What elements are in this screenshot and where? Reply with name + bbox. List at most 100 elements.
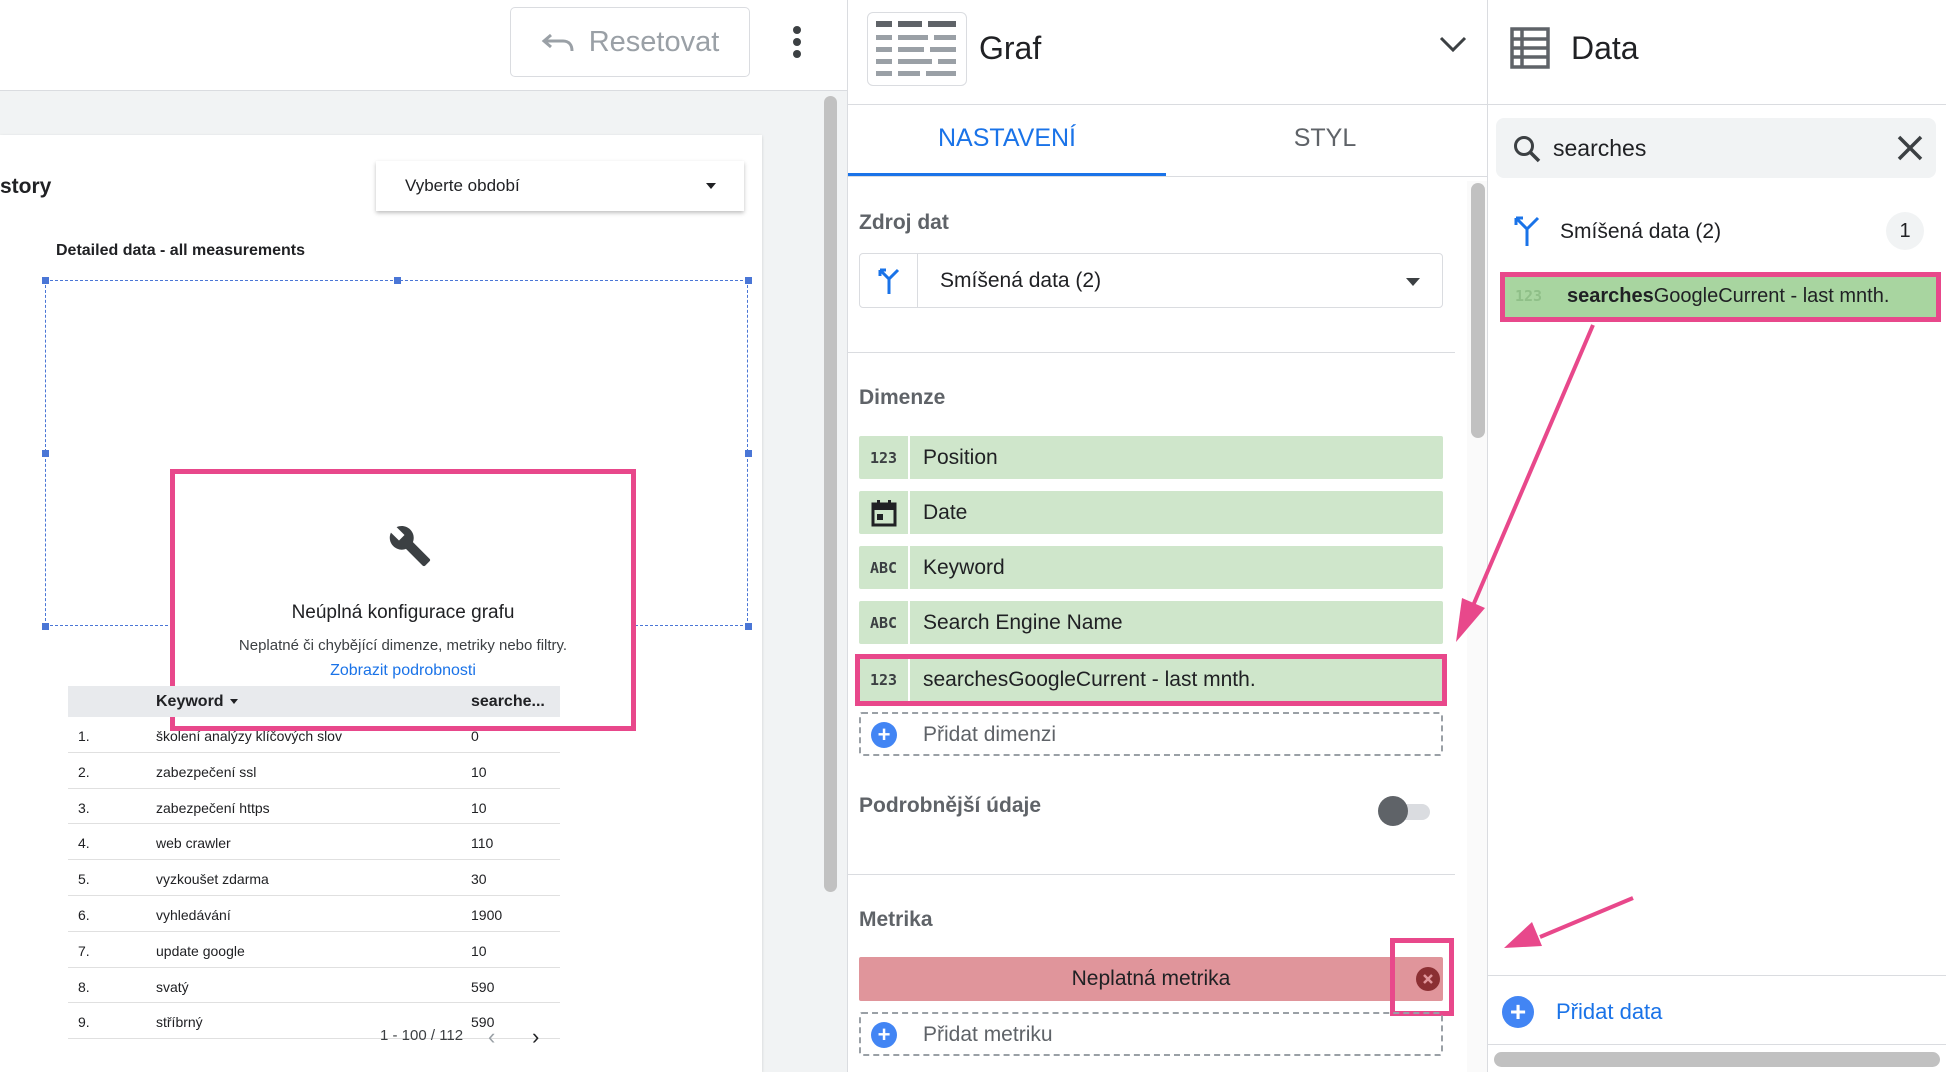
text-type-icon: ABC — [859, 601, 910, 644]
row-number: 3. — [78, 799, 90, 816]
keyword-cell: stříbrný — [156, 1014, 203, 1031]
data-source-name: Smíšená data (2) — [1560, 220, 1722, 243]
resize-handle[interactable] — [745, 623, 752, 630]
searches-cell: 10 — [471, 799, 487, 816]
date-range-select[interactable]: Vyberte období — [376, 161, 744, 211]
table-row[interactable]: 5. vyzkoušet zdarma 30 — [68, 860, 560, 896]
plus-icon: + — [871, 1022, 897, 1048]
dimension-label: Search Engine Name — [923, 611, 1123, 634]
pagination-text: 1 - 100 / 112 — [380, 1027, 464, 1044]
report-toolbar: Resetovat — [0, 0, 847, 91]
searches-cell: 10 — [471, 942, 487, 959]
table-chart-icon[interactable] — [867, 12, 967, 86]
table-row[interactable]: 7. update google 10 — [68, 932, 560, 968]
reset-button[interactable]: Resetovat — [510, 7, 750, 77]
dimension-chip-date[interactable]: Date — [859, 491, 1443, 534]
keyword-cell: zabezpečení https — [156, 799, 270, 816]
dimension-chip-search-engine[interactable]: ABC Search Engine Name — [859, 601, 1443, 644]
dimension-label: Date — [923, 501, 968, 524]
blend-icon — [1514, 216, 1540, 246]
row-number: 2. — [78, 763, 90, 780]
keyword-cell: svatý — [156, 978, 189, 995]
dropdown-caret-icon — [1406, 278, 1420, 286]
number-type-icon: 123 — [1515, 287, 1543, 305]
table-row[interactable]: 9. stříbrný 590 — [68, 1003, 560, 1040]
table-row[interactable]: 1. školení analýzy klíčových slov 0 — [68, 717, 560, 753]
tab-style[interactable]: STYL — [1166, 124, 1484, 153]
row-number: 5. — [78, 871, 90, 888]
data-source-label: Zdroj dat — [859, 211, 949, 234]
dimension-chip-keyword[interactable]: ABC Keyword — [859, 546, 1443, 589]
keyword-table: Keyword searche... 1. školení analýzy klí… — [68, 686, 560, 1047]
sort-desc-icon — [229, 699, 238, 705]
row-number: 4. — [78, 835, 90, 852]
chevron-left-icon[interactable]: ‹ — [488, 1024, 495, 1050]
dimensions-label: Dimenze — [859, 386, 946, 409]
resize-handle[interactable] — [42, 450, 49, 457]
chevron-right-icon[interactable]: › — [532, 1024, 539, 1050]
tab-setup[interactable]: NASTAVENÍ — [848, 124, 1166, 153]
plus-icon: + — [871, 722, 897, 748]
date-range-placeholder: Vyberte období — [405, 176, 520, 195]
metrics-label: Metrika — [859, 908, 933, 931]
add-dimension-button[interactable]: + Přidat dimenzi — [859, 712, 1443, 756]
add-metric-button[interactable]: + Přidat metriku — [859, 1012, 1443, 1056]
close-icon[interactable] — [1894, 132, 1926, 164]
drill-down-toggle[interactable] — [1378, 796, 1434, 826]
resize-handle[interactable] — [394, 277, 401, 284]
data-list-icon — [1510, 27, 1550, 69]
chart-properties-panel: Graf NASTAVENÍ STYL Zdroj dat Smíšená da… — [847, 0, 1488, 1072]
properties-scrollbar[interactable] — [1471, 183, 1485, 438]
keyword-cell: update google — [156, 942, 245, 959]
table-body: 1. školení analýzy klíčových slov 0 2. zabez… — [68, 717, 560, 1047]
drill-down-label: Podrobnější údaje — [859, 794, 1042, 817]
row-number: 8. — [78, 978, 90, 995]
data-source-row[interactable]: Smíšená data (2) 1 — [1488, 209, 1946, 253]
table-row[interactable]: 8. svatý 590 — [68, 968, 560, 1004]
add-dimension-label: Přidat dimenzi — [923, 723, 1057, 746]
dimension-chip-position[interactable]: 123 Position — [859, 436, 1443, 479]
table-row[interactable]: 4. web crawler 110 — [68, 824, 560, 861]
field-name: searchesGoogleCurrent - last mnth. — [1567, 285, 1890, 307]
search-icon — [1514, 136, 1541, 163]
table-row[interactable]: 2. zabezpečení ssl 10 — [68, 753, 560, 789]
searches-cell: 10 — [471, 763, 487, 780]
dimension-label: Position — [923, 446, 998, 469]
column-header-keyword[interactable]: Keyword — [156, 693, 238, 711]
row-number: 1. — [78, 728, 90, 744]
column-header-searches[interactable]: searche... — [471, 693, 545, 711]
data-source-value: Smíšená data (2) — [940, 269, 1102, 292]
dimension-label: Keyword — [923, 556, 1005, 579]
searches-cell: 1900 — [471, 906, 503, 923]
keyword-cell: vyzkoušet zdarma — [156, 871, 269, 888]
resize-handle[interactable] — [42, 623, 49, 630]
row-number: 7. — [78, 942, 90, 959]
data-panel-scrollbar[interactable] — [1494, 1052, 1940, 1067]
chevron-down-icon[interactable] — [1438, 34, 1468, 54]
data-panel-title: Data — [1571, 30, 1639, 66]
plus-icon: + — [1502, 996, 1534, 1028]
data-source-select[interactable]: Smíšená data (2) — [859, 253, 1443, 308]
field-searches-google-current[interactable]: 123 searchesGoogleCurrent - last mnth. — [1500, 272, 1941, 322]
row-number: 6. — [78, 906, 90, 923]
canvas-scrollbar[interactable] — [824, 96, 837, 892]
show-details-link[interactable]: Zobrazit podrobnosti — [175, 662, 631, 680]
report-page: story Vyberte období Detailed data - all… — [0, 135, 762, 1072]
blend-icon — [860, 254, 918, 307]
table-row[interactable]: 3. zabezpečení https 10 — [68, 789, 560, 825]
more-vert-icon[interactable] — [782, 22, 812, 62]
field-search-input[interactable]: searches — [1496, 118, 1936, 178]
table-row[interactable]: 6. vyhledávání 1900 — [68, 896, 560, 932]
text-type-icon: ABC — [859, 546, 910, 589]
invalid-metric-chip[interactable]: Neplatná metrika — [859, 957, 1443, 1001]
data-panel: Data searches Smíšená data (2) 1 123 sea… — [1487, 0, 1946, 1072]
add-data-button[interactable]: + Přidat data — [1502, 994, 1662, 1030]
resize-handle[interactable] — [745, 450, 752, 457]
dropdown-caret-icon — [706, 183, 716, 189]
resize-handle[interactable] — [42, 277, 49, 284]
searches-cell: 0 — [471, 728, 479, 744]
resize-handle[interactable] — [745, 277, 752, 284]
add-data-label: Přidat data — [1556, 999, 1663, 1024]
selected-chart-frame[interactable]: Neúplná konfigurace grafu Neplatné či ch… — [42, 277, 752, 731]
table-header: Keyword searche... — [68, 686, 560, 717]
